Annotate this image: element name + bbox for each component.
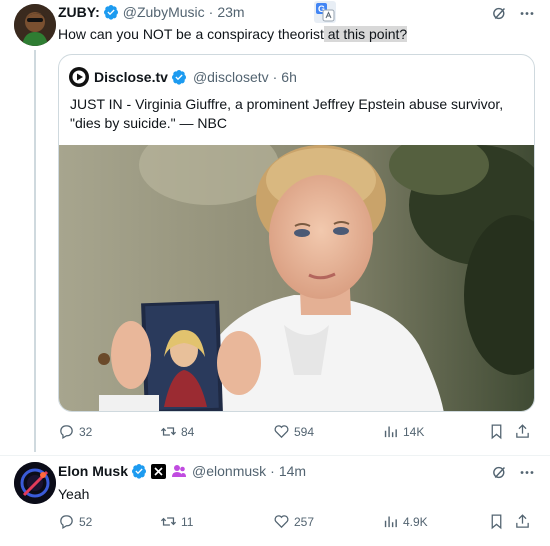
timestamp[interactable]: 14m <box>279 463 306 479</box>
quote-author-name[interactable]: Disclose.tv <box>94 69 168 85</box>
repost-count: 84 <box>181 424 195 439</box>
repost-button[interactable]: 84 <box>160 423 194 440</box>
tweet-actions: 52 11 257 4.9K <box>58 513 536 533</box>
tweet-text: How can you NOT be a conspiracy theorist… <box>58 25 408 44</box>
timestamp[interactable]: 23m <box>217 4 244 20</box>
reply-icon <box>60 515 73 530</box>
share-button[interactable] <box>514 423 531 440</box>
repost-icon <box>160 517 177 526</box>
quote-header: Disclose.tv @disclosetv · 6h <box>69 67 297 87</box>
verified-badge-icon <box>103 4 119 20</box>
tweet-header: ZUBY: @ZubyMusic · 23m <box>58 4 245 20</box>
tweet-actions: 32 84 594 14K <box>58 423 536 443</box>
like-button[interactable]: 594 <box>273 423 314 440</box>
tweet-text-highlight: at this point? <box>323 26 408 42</box>
like-count: 594 <box>294 424 315 439</box>
tweet-elonmusk[interactable]: Elon Musk @elonmusk · 14m Yeah 52 11 257… <box>0 456 550 546</box>
bookmark-icon <box>491 514 502 530</box>
bookmark-icon <box>491 424 502 440</box>
reply-icon <box>60 425 73 440</box>
quoted-tweet[interactable]: Disclose.tv @disclosetv · 6h JUST IN - V… <box>58 54 535 412</box>
share-icon <box>516 424 529 438</box>
views-count: 14K <box>403 424 425 439</box>
verified-badge-icon <box>131 463 147 479</box>
reply-count: 52 <box>79 514 93 529</box>
author-handle[interactable]: @elonmusk <box>192 463 266 479</box>
author-name[interactable]: ZUBY: <box>58 4 100 20</box>
heart-icon <box>274 515 289 529</box>
x-affiliate-icon[interactable] <box>151 463 167 479</box>
bookmark-button[interactable] <box>488 513 505 530</box>
news-photo[interactable] <box>59 145 534 411</box>
views-icon <box>384 516 397 528</box>
share-button[interactable] <box>514 513 531 530</box>
affiliate-people-icon[interactable] <box>171 463 187 479</box>
reply-button[interactable]: 32 <box>58 423 92 440</box>
repost-icon <box>160 427 177 436</box>
like-count: 257 <box>294 514 315 529</box>
translate-icon[interactable]: G <box>314 1 336 23</box>
bookmark-button[interactable] <box>488 423 505 440</box>
repost-count: 11 <box>181 514 194 529</box>
more-icon[interactable] <box>518 5 536 27</box>
tweet-top-actions <box>491 5 536 27</box>
views-button[interactable]: 4.9K <box>382 513 428 530</box>
reply-button[interactable]: 52 <box>58 513 92 530</box>
heart-icon <box>274 425 289 439</box>
verified-badge-icon <box>171 69 187 85</box>
quote-timestamp[interactable]: 6h <box>281 69 297 85</box>
tweet-text-main: How can you NOT be a conspiracy theorist <box>58 26 324 42</box>
grok-icon[interactable] <box>491 464 508 486</box>
separator-dot: · <box>208 4 214 20</box>
tweet-text: Yeah <box>58 486 90 502</box>
views-button[interactable]: 14K <box>382 423 424 440</box>
share-icon <box>516 514 529 528</box>
disclosetv-logo[interactable] <box>69 67 89 87</box>
thread-line <box>34 50 36 452</box>
like-button[interactable]: 257 <box>273 513 314 530</box>
reply-count: 32 <box>79 424 93 439</box>
quote-author-handle[interactable]: @disclosetv <box>193 69 269 85</box>
grok-icon[interactable] <box>491 5 508 27</box>
elonmusk-avatar[interactable] <box>14 462 56 504</box>
separator-dot: · <box>272 69 278 85</box>
tweet-zuby[interactable]: ZUBY: @ZubyMusic · 23m G How can you NOT… <box>0 0 550 455</box>
zuby-avatar[interactable] <box>14 4 56 46</box>
quote-text: JUST IN - Virginia Giuffre, a prominent … <box>70 96 504 131</box>
views-count: 4.9K <box>403 514 428 529</box>
repost-button[interactable]: 11 <box>160 513 193 530</box>
tweet-top-actions <box>491 464 536 486</box>
author-name[interactable]: Elon Musk <box>58 463 128 479</box>
tweet-header: Elon Musk @elonmusk · 14m <box>58 463 306 479</box>
views-icon <box>384 426 397 438</box>
more-icon[interactable] <box>518 464 536 486</box>
separator-dot: · <box>270 463 275 479</box>
author-handle[interactable]: @ZubyMusic <box>123 4 205 20</box>
